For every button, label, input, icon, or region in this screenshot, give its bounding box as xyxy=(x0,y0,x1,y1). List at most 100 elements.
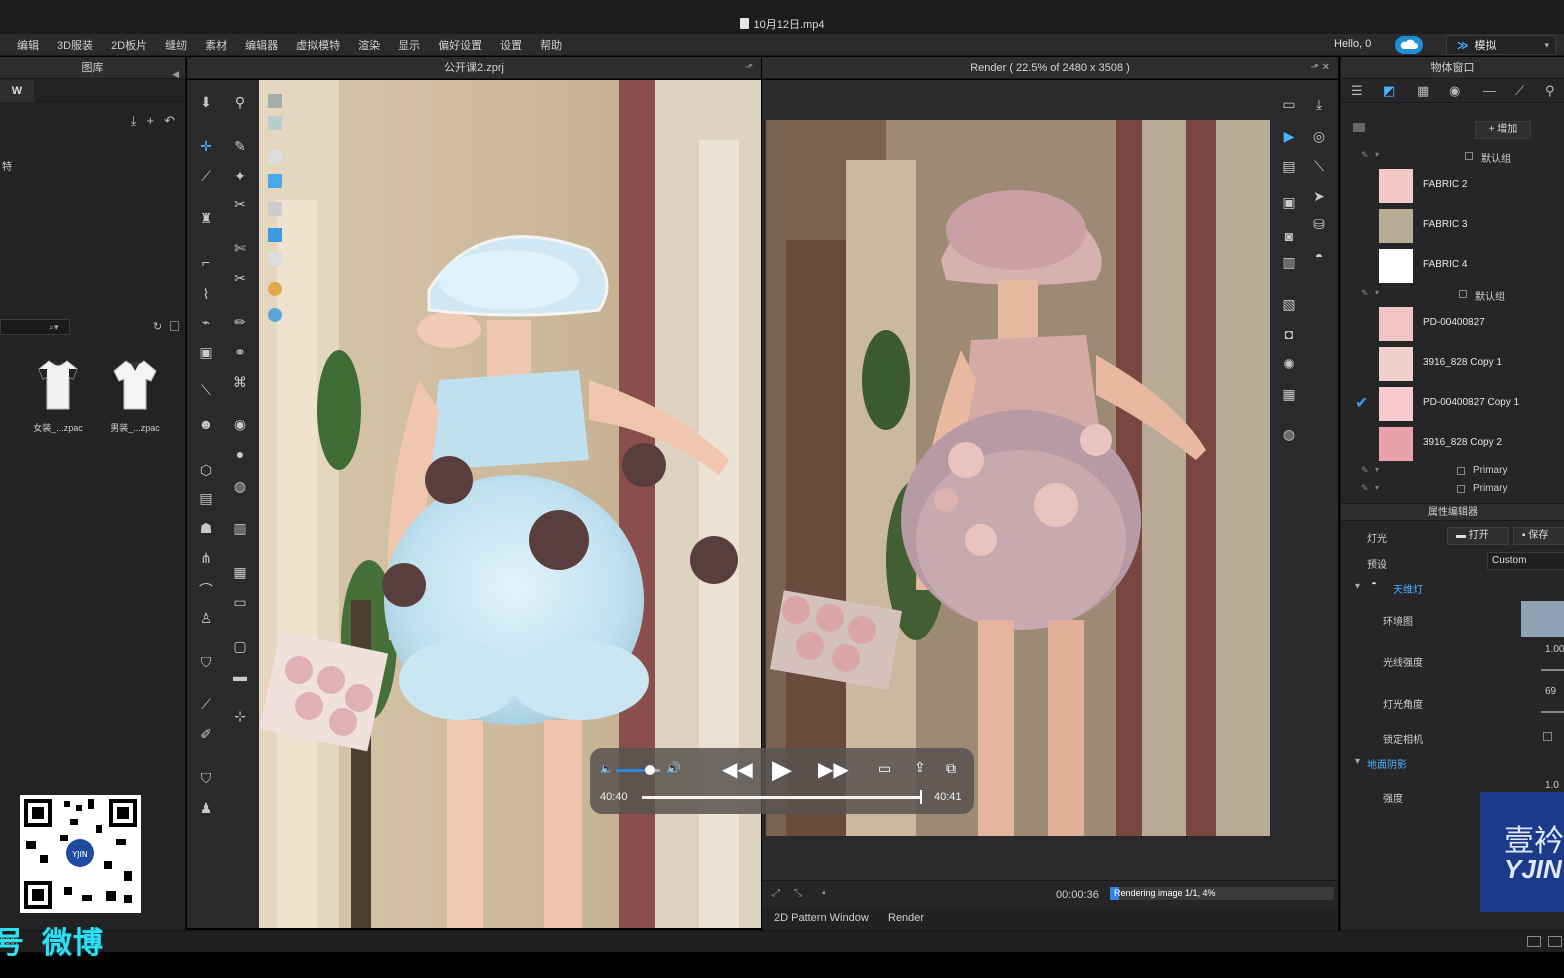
edit-icon[interactable]: ✎ xyxy=(1361,483,1369,494)
render-cursor-icon[interactable]: ➤ xyxy=(1308,186,1330,206)
trim-tool-icon[interactable]: ⬡ xyxy=(195,460,217,480)
needle-tool-icon[interactable]: ⟋ xyxy=(195,694,217,714)
pattern-tab-icon[interactable]: ▦ xyxy=(1417,83,1429,99)
chevron-down-icon[interactable]: ▾ xyxy=(1355,756,1360,767)
render-cam-icon[interactable]: ◘ xyxy=(1278,324,1300,344)
top-tool-icon[interactable]: ⛉ xyxy=(195,768,217,788)
library-item-female[interactable]: 女装_...zpac xyxy=(25,357,91,434)
list-icon[interactable]: ☰ xyxy=(1351,83,1363,99)
volume-high-icon[interactable]: 🔊 xyxy=(666,761,681,775)
fabric-swatch[interactable] xyxy=(1379,209,1413,243)
chevron-down-icon[interactable]: ▾ xyxy=(1375,150,1379,159)
volume-knob[interactable] xyxy=(645,765,655,775)
light-angle-slider[interactable] xyxy=(1541,711,1564,713)
chevron-down-icon[interactable]: ▾ xyxy=(1355,581,1360,592)
user-greeting[interactable]: Hello, 0 xyxy=(1334,38,1371,50)
render-stop-icon[interactable]: ▪ xyxy=(822,888,826,899)
primary-row[interactable]: ✎ ▾ Primary xyxy=(1341,482,1564,498)
garment-tool-icon[interactable]: ♜ xyxy=(195,208,217,228)
tag-tool-icon[interactable]: ▥ xyxy=(229,518,251,538)
fabric-swatch[interactable] xyxy=(1379,169,1413,203)
bag-tool-icon[interactable]: ▤ xyxy=(195,488,217,508)
primary-checkbox[interactable] xyxy=(1457,467,1465,475)
library-tab[interactable]: W xyxy=(0,80,34,102)
pen-tool-icon[interactable]: ✏ xyxy=(229,312,251,332)
fabric-swatch[interactable] xyxy=(1379,347,1413,381)
brush-tool-icon[interactable]: ⟋ xyxy=(195,166,217,186)
airplay-icon[interactable]: ▭ xyxy=(878,760,891,777)
edit-icon[interactable]: ✎ xyxy=(1361,465,1369,476)
chevron-down-icon[interactable]: ▾ xyxy=(1375,465,1379,474)
rewind-icon[interactable]: ◀◀ xyxy=(722,757,753,782)
texture-view-icon[interactable] xyxy=(268,252,282,266)
fabric-swatch[interactable] xyxy=(1379,249,1413,283)
primary-row[interactable]: ✎ ▾ Primary xyxy=(1341,464,1564,480)
shirt-outline-icon[interactable]: ⛉ xyxy=(195,652,217,672)
chalk-tool-icon[interactable]: ✐ xyxy=(195,724,217,744)
volume-low-icon[interactable]: 🔈 xyxy=(600,762,614,775)
fabric-row[interactable]: FABRIC 2 xyxy=(1341,167,1564,205)
tab-render[interactable]: Render xyxy=(888,912,924,924)
refresh-icon[interactable]: ↻ xyxy=(153,320,162,333)
light-angle-value[interactable]: 69 xyxy=(1545,686,1556,697)
download-icon[interactable]: ⤓ xyxy=(131,113,137,129)
move-tool-icon[interactable]: ✛ xyxy=(195,136,217,156)
scissor-tool-icon[interactable]: ✄ xyxy=(229,238,251,258)
add-fabric-button[interactable]: + 增加 xyxy=(1475,121,1531,139)
fabric-swatch[interactable] xyxy=(1379,427,1413,461)
edit-icon[interactable]: ✎ xyxy=(1361,150,1369,161)
group-row[interactable]: ✎ ▾ 默认组 xyxy=(1341,149,1564,165)
figure-tool-icon[interactable]: ♙ xyxy=(195,608,217,628)
avatar-tool-icon[interactable]: ☻ xyxy=(195,414,217,434)
preset-select[interactable]: Custom xyxy=(1487,552,1564,570)
fabric-row[interactable]: 3916_828 Copy 1 xyxy=(1341,345,1564,383)
cloud-icon[interactable] xyxy=(1395,36,1423,54)
strength-value[interactable]: 1.0 xyxy=(1545,780,1559,791)
tape-tool-icon[interactable]: ⌇ xyxy=(195,284,217,304)
button-tab-icon[interactable]: ◉ xyxy=(1449,83,1460,99)
add-icon[interactable]: + xyxy=(147,113,155,129)
menu-item[interactable]: 帮助 xyxy=(531,37,571,53)
fabric-row[interactable]: FABRIC 3 xyxy=(1341,207,1564,245)
zoom-actual-icon[interactable]: ⤡ xyxy=(794,888,802,899)
render-capture-icon[interactable]: ◍ xyxy=(1278,424,1300,444)
render-camera-icon[interactable]: ▭ xyxy=(1278,94,1300,114)
menu-item[interactable]: 编辑 xyxy=(8,37,48,53)
menu-item[interactable]: 3D服装 xyxy=(48,37,102,53)
menu-item[interactable]: 编辑器 xyxy=(236,37,287,53)
menu-item[interactable]: 2D板片 xyxy=(102,37,156,53)
texture-tool-icon[interactable]: ▣ xyxy=(195,342,217,362)
grid-tool-icon[interactable]: ▦ xyxy=(229,562,251,582)
cut-tool-icon[interactable]: ✂ xyxy=(229,268,251,288)
sheet-tool-icon[interactable]: ▭ xyxy=(229,592,251,612)
tab-2d-pattern-window[interactable]: 2D Pattern Window xyxy=(774,912,869,924)
render-cylinder-icon[interactable]: ⛁ xyxy=(1308,214,1330,234)
menu-item[interactable]: 缝纫 xyxy=(156,37,196,53)
layout-split-icon[interactable] xyxy=(1548,936,1562,947)
environment-view-icon[interactable] xyxy=(268,308,282,322)
play-icon[interactable]: ▶ xyxy=(772,754,792,785)
light-intensity-slider[interactable] xyxy=(1541,669,1564,671)
folder-icon[interactable] xyxy=(1353,123,1365,132)
pattern-view-icon[interactable] xyxy=(268,174,282,188)
pants-tool-icon[interactable]: ⋔ xyxy=(195,548,217,568)
shading-icon[interactable] xyxy=(268,94,282,108)
garment-view-icon[interactable] xyxy=(268,116,282,130)
fabric-row[interactable]: PD-00400827 xyxy=(1341,305,1564,343)
group-checkbox[interactable] xyxy=(1459,290,1467,298)
menu-item[interactable]: 渲染 xyxy=(349,37,389,53)
stitch-tool-icon[interactable]: ✂ xyxy=(229,194,251,214)
select-tool-icon[interactable]: ⬇ xyxy=(195,92,217,112)
zipper-tool-icon[interactable]: ◍ xyxy=(229,476,251,496)
menu-item[interactable]: 素材 xyxy=(196,37,236,53)
chevron-down-icon[interactable]: ▾ xyxy=(1375,288,1379,297)
primary-checkbox[interactable] xyxy=(1457,485,1465,493)
line-tool-icon[interactable]: ⟍ xyxy=(195,380,217,400)
render-globe-icon[interactable]: ◎ xyxy=(1308,126,1330,146)
render-photo-icon[interactable]: ▥ xyxy=(1278,252,1300,272)
fold-tool-icon[interactable]: ⌐ xyxy=(195,252,217,272)
render-download-icon[interactable]: ⤓ xyxy=(1308,94,1330,114)
env-map-thumbnail[interactable] xyxy=(1521,601,1564,637)
line-tab-icon[interactable]: ⟋ xyxy=(1515,83,1524,99)
mode-selector[interactable]: ≫ 模拟 ▾ xyxy=(1446,35,1556,55)
